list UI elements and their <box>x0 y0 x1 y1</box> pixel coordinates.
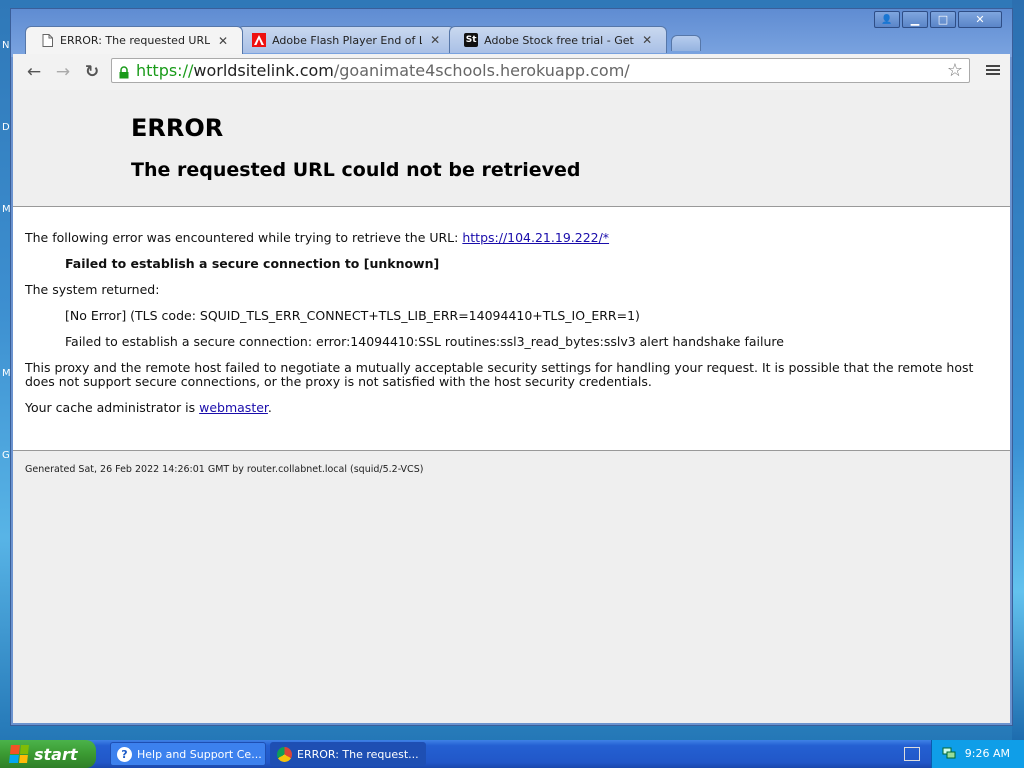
desktop-icon-label: D <box>2 122 10 133</box>
window-controls: 👤 ▁ □ ✕ <box>874 11 1002 28</box>
lock-icon <box>119 64 129 79</box>
tab-error[interactable]: ERROR: The requested URL ✕ <box>25 26 244 54</box>
admin-line: Your cache administrator is webmaster. <box>25 400 272 415</box>
tab-adobe-flash[interactable]: Adobe Flash Player End of Li ✕ <box>237 26 456 53</box>
close-tab-icon[interactable]: ✕ <box>642 33 652 47</box>
network-icon[interactable] <box>942 746 956 760</box>
close-tab-icon[interactable]: ✕ <box>218 34 228 48</box>
user-icon: 👤 <box>881 14 893 25</box>
maximize-button[interactable]: □ <box>930 11 956 28</box>
maximize-icon: □ <box>937 13 949 26</box>
url-scheme: https:// <box>136 61 194 80</box>
tab-title: Adobe Stock free trial - Get <box>484 33 634 47</box>
tab-adobe-stock[interactable]: St Adobe Stock free trial - Get ✕ <box>449 26 668 53</box>
start-button[interactable]: start <box>0 740 96 768</box>
proxy-explanation-1: This proxy and the remote host failed to… <box>25 360 974 375</box>
desktop-icon-label: N <box>2 40 10 51</box>
admin-text: Your cache administrator is <box>25 400 200 415</box>
url-host: worldsitelink.com <box>193 61 334 80</box>
address-bar[interactable]: https://worldsitelink.com/goanimate4scho… <box>111 58 970 83</box>
reload-button[interactable]: ↻ <box>81 62 103 82</box>
page-icon <box>40 34 54 48</box>
proxy-explanation-2: does not support secure connections, or … <box>25 374 652 389</box>
start-label: start <box>34 744 78 764</box>
menu-icon[interactable] <box>986 63 1000 77</box>
taskbar-item-label: Help and Support Ce... <box>137 747 262 761</box>
failure-message: Failed to establish a secure connection … <box>65 256 440 271</box>
chrome-icon <box>277 746 292 762</box>
close-icon: ✕ <box>975 13 985 26</box>
desktop-icon-label: G <box>2 450 10 461</box>
url-path: /goanimate4schools.herokuapp.com/ <box>333 61 630 80</box>
url-text: https://worldsitelink.com/goanimate4scho… <box>136 61 630 80</box>
desktop-right-edge <box>1012 0 1024 740</box>
admin-suffix: . <box>267 400 272 415</box>
user-profile-button[interactable]: 👤 <box>874 11 900 28</box>
tls-error-code: [No Error] (TLS code: SQUID_TLS_ERR_CONN… <box>65 308 640 323</box>
adobe-icon <box>252 33 267 47</box>
minimize-icon: ▁ <box>910 13 920 26</box>
adobe-stock-icon: St <box>464 33 479 47</box>
error-line: The following error was encountered whil… <box>25 230 609 245</box>
ssl-error-message: Failed to establish a secure connection:… <box>65 334 784 349</box>
new-tab-button[interactable] <box>671 35 702 51</box>
page-subtitle: The requested URL could not be retrieved <box>131 159 581 181</box>
error-details: The following error was encountered whil… <box>13 207 1010 451</box>
webmaster-link[interactable]: webmaster <box>199 400 268 415</box>
help-icon: ? <box>117 746 132 762</box>
close-window-button[interactable]: ✕ <box>958 11 1002 28</box>
page-title: ERROR <box>131 114 224 142</box>
requested-url-link[interactable]: https://104.21.19.222/* <box>462 230 609 245</box>
generated-footer: Generated Sat, 26 Feb 2022 14:26:01 GMT … <box>25 464 424 475</box>
back-button[interactable]: ← <box>23 62 45 82</box>
close-tab-icon[interactable]: ✕ <box>430 33 440 47</box>
error-line-text: The following error was encountered whil… <box>25 230 463 245</box>
taskbar-item-chrome[interactable]: ERROR: The request... <box>270 742 426 766</box>
browser-toolbar: ← → ↻ https://worldsitelink.com/goanimat… <box>13 54 1010 91</box>
system-tray: 9:26 AM <box>931 740 1024 768</box>
taskbar-item-label: ERROR: The request... <box>297 747 419 761</box>
page-content: ERROR The requested URL could not be ret… <box>13 90 1010 723</box>
tab-title: ERROR: The requested URL <box>60 34 210 47</box>
forward-button[interactable]: → <box>52 62 74 82</box>
title-bar: 👤 ▁ □ ✕ ERROR: The requested URL ✕ Adobe… <box>11 9 1012 57</box>
windows-logo-icon <box>9 745 29 763</box>
taskbar-item-help[interactable]: ? Help and Support Ce... <box>110 742 266 766</box>
error-header: ERROR The requested URL could not be ret… <box>13 90 1010 207</box>
browser-window: 👤 ▁ □ ✕ ERROR: The requested URL ✕ Adobe… <box>10 8 1013 726</box>
keyboard-icon[interactable] <box>904 747 920 761</box>
clock[interactable]: 9:26 AM <box>965 747 1010 760</box>
bookmark-star-icon[interactable]: ☆ <box>947 60 963 81</box>
tab-title: Adobe Flash Player End of Li <box>272 33 423 47</box>
tab-strip: ERROR: The requested URL ✕ Adobe Flash P… <box>25 26 702 54</box>
minimize-button[interactable]: ▁ <box>902 11 928 28</box>
taskbar: start ? Help and Support Ce... ERROR: Th… <box>0 740 1024 768</box>
system-returned-label: The system returned: <box>25 282 160 297</box>
